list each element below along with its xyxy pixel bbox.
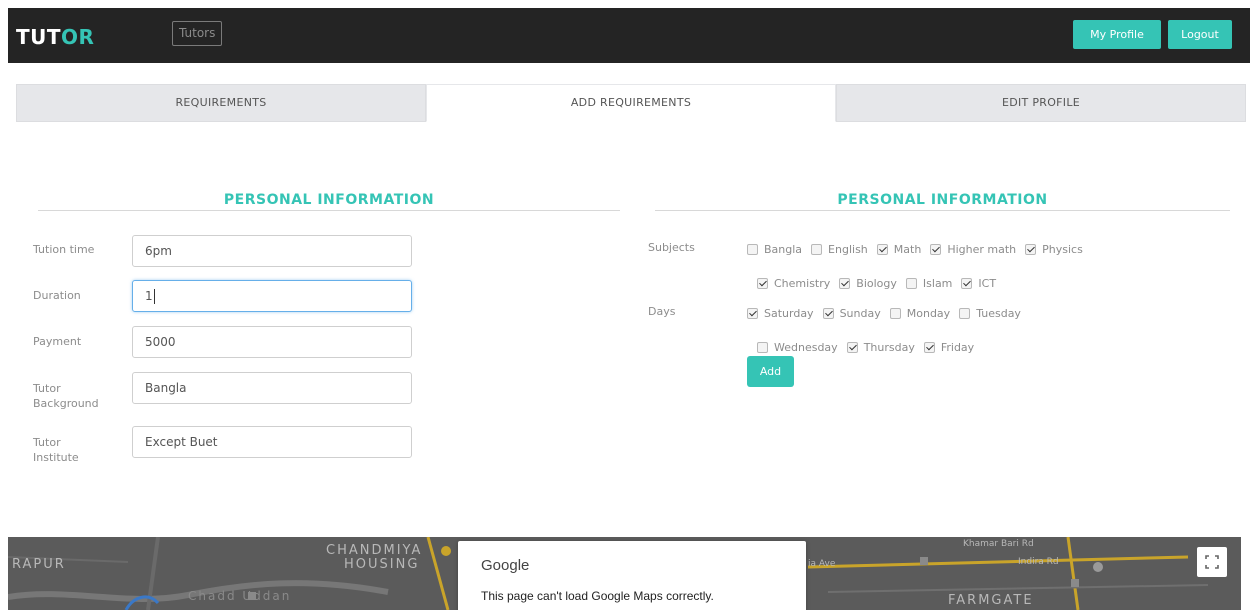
day-monday-checkbox[interactable]: Monday <box>889 306 951 320</box>
checkbox-label: Sunday <box>839 306 881 320</box>
logo-main-text: TUT <box>16 25 62 49</box>
checkbox-label: Wednesday <box>774 340 838 354</box>
map-label-farmgate: FARMGATE <box>948 593 1034 608</box>
subject-biology-checkbox[interactable]: Biology <box>839 276 897 290</box>
checkbox-label: Monday <box>906 306 951 320</box>
app-logo[interactable]: TUTOR <box>16 25 94 49</box>
left-section-divider <box>38 210 620 211</box>
checkbox-box[interactable] <box>757 341 768 353</box>
checkbox-label: English <box>828 242 868 256</box>
checkbox-box[interactable] <box>889 307 901 319</box>
tutor-background-input[interactable]: Bangla <box>132 372 412 404</box>
checkbox-label: Tuesday <box>976 306 1021 320</box>
tutor-institute-label-line2: Institute <box>33 451 79 464</box>
map-label-ave: ia Ave <box>808 559 836 569</box>
subject-chemistry-checkbox[interactable]: Chemistry <box>757 276 830 290</box>
subject-islam-checkbox[interactable]: Islam <box>905 276 953 290</box>
map-label-housing: HOUSING <box>344 557 420 572</box>
checkbox-label: Thursday <box>863 340 915 354</box>
checkbox-box[interactable] <box>822 307 834 319</box>
subject-bangla-checkbox[interactable]: Bangla <box>747 242 802 256</box>
checkbox-box[interactable] <box>747 243 758 255</box>
left-section-title: PERSONAL INFORMATION <box>223 192 435 208</box>
tutor-background-label: Tutor Background <box>33 381 99 411</box>
tab-edit-profile[interactable]: EDIT PROFILE <box>836 84 1246 122</box>
checkbox-label: ICT <box>978 276 997 290</box>
subject-math-checkbox[interactable]: Math <box>876 242 922 256</box>
top-navbar: TUTOR Tutors My Profile Logout <box>8 8 1250 63</box>
subjects-label: Subjects <box>648 241 695 254</box>
right-section-divider <box>655 210 1230 211</box>
day-sunday-checkbox[interactable]: Sunday <box>822 306 881 320</box>
fullscreen-icon <box>1205 555 1219 569</box>
checkbox-box[interactable] <box>959 307 971 319</box>
map-label-chandmiya: CHANDMIYA <box>326 543 423 558</box>
tution-time-label: Tution time <box>33 243 95 256</box>
subject-ict-checkbox[interactable]: ICT <box>961 276 996 290</box>
checkbox-box[interactable] <box>839 277 851 289</box>
fullscreen-button[interactable] <box>1197 547 1227 577</box>
checkbox-box[interactable] <box>930 243 942 255</box>
checkbox-label: Bangla <box>764 242 803 256</box>
nav-tutors-link[interactable]: Tutors <box>172 21 223 46</box>
checkbox-box[interactable] <box>846 341 858 353</box>
checkbox-label: Chemistry <box>774 276 831 290</box>
payment-input[interactable]: 5000 <box>132 326 412 358</box>
text-caret <box>153 289 155 304</box>
right-section-title: PERSONAL INFORMATION <box>837 192 1048 208</box>
tutor-institute-label: Tutor Institute <box>33 435 79 465</box>
payment-label: Payment <box>33 335 82 348</box>
day-thursday-checkbox[interactable]: Thursday <box>846 340 915 354</box>
tutor-institute-input[interactable]: Except Buet <box>132 426 412 458</box>
checkbox-label: Physics <box>1042 242 1083 256</box>
checkbox-label: Friday <box>940 340 975 354</box>
checkbox-box[interactable] <box>923 341 935 353</box>
google-map[interactable]: RAPUR CHANDMIYA HOUSING Chadd Uddan ia A… <box>8 537 1241 610</box>
subjects-checkbox-group: Bangla English Math Higher math Physics … <box>747 242 1137 290</box>
checkbox-box[interactable] <box>747 307 758 319</box>
days-label: Days <box>648 305 676 318</box>
map-label-indira-rd: Indira Rd <box>1018 557 1059 567</box>
tutor-institute-label-line1: Tutor <box>33 436 61 449</box>
day-tuesday-checkbox[interactable]: Tuesday <box>959 306 1021 320</box>
day-wednesday-checkbox[interactable]: Wednesday <box>757 340 838 354</box>
map-error-dialog: Google This page can't load Google Maps … <box>458 541 806 610</box>
checkbox-box[interactable] <box>876 243 888 255</box>
logout-button[interactable]: Logout <box>1168 20 1232 49</box>
tutor-background-label-line2: Background <box>33 397 99 410</box>
checkbox-box[interactable] <box>811 243 823 255</box>
tutor-background-label-line1: Tutor <box>33 382 61 395</box>
checkbox-box[interactable] <box>757 277 768 289</box>
checkbox-label: Saturday <box>764 306 814 320</box>
subject-physics-checkbox[interactable]: Physics <box>1025 242 1083 256</box>
map-error-message: This page can't load Google Maps correct… <box>481 589 714 603</box>
day-saturday-checkbox[interactable]: Saturday <box>747 306 814 320</box>
checkbox-box[interactable] <box>905 277 917 289</box>
days-checkbox-group: Saturday Sunday Monday Tuesday Wednesday… <box>747 306 1137 354</box>
google-brand-text: Google <box>481 557 530 574</box>
tab-requirements[interactable]: REQUIREMENTS <box>16 84 426 122</box>
checkbox-box[interactable] <box>961 277 973 289</box>
logo-accent-text: OR <box>61 25 95 49</box>
tab-add-requirements[interactable]: ADD REQUIREMENTS <box>426 84 836 122</box>
subject-higher-math-checkbox[interactable]: Higher math <box>930 242 1016 256</box>
map-label-khamar-bari: Khamar Bari Rd <box>963 539 1034 549</box>
subject-english-checkbox[interactable]: English <box>811 242 868 256</box>
duration-label: Duration <box>33 289 81 302</box>
duration-value: 1 <box>145 289 153 303</box>
day-friday-checkbox[interactable]: Friday <box>923 340 975 354</box>
tution-time-input[interactable]: 6pm <box>132 235 412 267</box>
map-label-rapur: RAPUR <box>12 557 66 572</box>
checkbox-label: Islam <box>922 276 953 290</box>
duration-input[interactable]: 1 <box>132 280 412 312</box>
checkbox-label: Higher math <box>947 242 1017 256</box>
add-button[interactable]: Add <box>747 356 794 387</box>
checkbox-label: Math <box>893 242 922 256</box>
map-label-chadd-uddan: Chadd Uddan <box>188 589 292 603</box>
my-profile-button[interactable]: My Profile <box>1073 20 1161 49</box>
checkbox-box[interactable] <box>1025 243 1037 255</box>
tab-bar: REQUIREMENTS ADD REQUIREMENTS EDIT PROFI… <box>16 84 1246 122</box>
checkbox-label: Biology <box>856 276 897 290</box>
